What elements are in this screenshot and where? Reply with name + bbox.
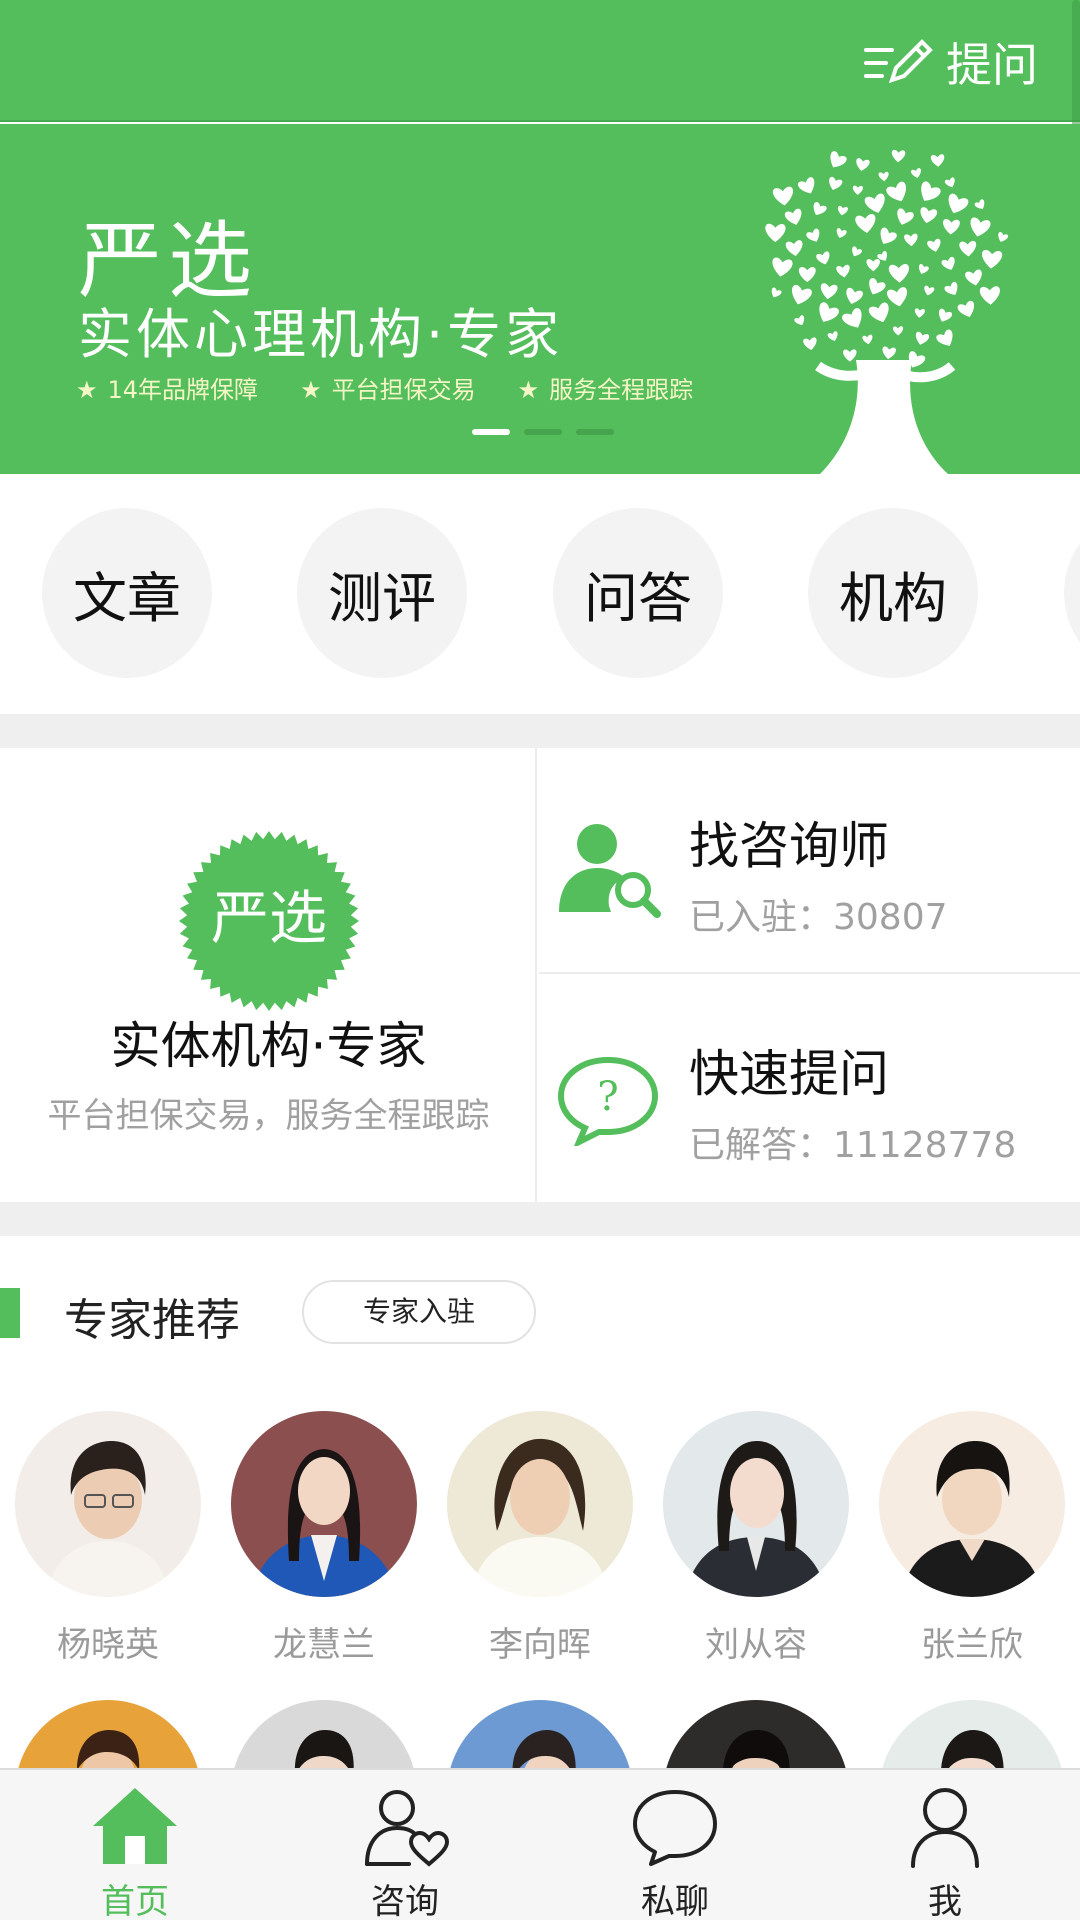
expert-join-button[interactable]: 专家入驻 (302, 1280, 536, 1344)
person-heart-icon (365, 1790, 450, 1867)
tab-label: 私聊 (641, 1882, 709, 1920)
nav-more-partial[interactable] (1064, 508, 1080, 678)
bottom-tab-bar: 首页 咨询 私聊 我 (0, 1768, 1080, 1920)
tab-label: 咨询 (371, 1882, 439, 1920)
banner-feature: 14年品牌保障 (76, 370, 259, 405)
quick-question-title: 快速提问 (689, 1045, 889, 1103)
badge-text: 严选 (211, 884, 327, 952)
feature-right-column: 找咨询师 已入驻：30807 ? 快速提问 已解答：11128778 (539, 748, 1080, 1202)
chat-bubble-icon (633, 1790, 717, 1866)
expert-name: 刘从容 (705, 1625, 807, 1665)
find-counselor-title: 找咨询师 (689, 817, 889, 875)
avatar (447, 1700, 633, 1768)
expert-card[interactable]: 张兰欣 (879, 1411, 1065, 1666)
carousel-dot-active[interactable] (472, 429, 510, 435)
tab-home[interactable]: 首页 (35, 1784, 235, 1920)
experts-section: 专家推荐 专家入驻 杨晓英 龙慧兰 李向晖 刘从容 张兰欣 (0, 1236, 1080, 1768)
find-counselor-card[interactable]: 找咨询师 已入驻：30807 (539, 748, 1080, 974)
banner-subtitle: 实体心理机构·专家 (78, 303, 564, 366)
ask-label: 提问 (946, 38, 1038, 92)
seal-badge-icon: 严选 (179, 831, 359, 1011)
expert-card-partial[interactable] (15, 1700, 201, 1768)
expert-name: 龙慧兰 (273, 1625, 375, 1665)
tab-label: 首页 (101, 1882, 169, 1920)
carousel-dot[interactable] (524, 429, 562, 435)
expert-name: 李向晖 (489, 1625, 591, 1665)
carousel-dots (472, 429, 614, 435)
avatar (231, 1700, 417, 1768)
card-desc: 平台担保交易，服务全程跟踪 (47, 1096, 490, 1136)
nav-assessment[interactable]: 测评 (297, 508, 467, 678)
nav-label: 问答 (584, 566, 692, 630)
ask-question-button[interactable]: 提问 (862, 30, 1038, 94)
user-search-icon (559, 824, 661, 918)
quick-question-card[interactable]: ? 快速提问 已解答：11128778 (539, 976, 1080, 1202)
find-counselor-stat: 已入驻：30807 (689, 897, 948, 938)
question-bubble-icon: ? (557, 1056, 659, 1146)
app-screen: 提问 严选 实体心理机构·专家 14年品牌保障 平台担保交易 服务全程跟踪 文章… (0, 0, 1080, 1920)
avatar (879, 1411, 1065, 1597)
avatar (663, 1411, 849, 1597)
banner-feature: 平台担保交易 (300, 370, 476, 405)
expert-card[interactable]: 杨晓英 (15, 1411, 201, 1666)
nav-label: 文章 (73, 566, 181, 630)
tab-label: 我 (928, 1882, 962, 1920)
avatar (15, 1411, 201, 1597)
nav-qa[interactable]: 问答 (553, 508, 723, 678)
avatar (15, 1700, 201, 1768)
card-title: 实体机构·专家 (110, 1017, 427, 1075)
nav-label: 测评 (328, 566, 436, 630)
tab-chat[interactable]: 私聊 (575, 1784, 775, 1920)
banner-feature: 服务全程跟踪 (518, 370, 693, 405)
expert-card[interactable]: 刘从容 (663, 1411, 849, 1666)
user-icon (911, 1788, 979, 1868)
expert-card-partial[interactable] (231, 1700, 417, 1768)
expert-name: 杨晓英 (57, 1625, 159, 1665)
carousel-dot[interactable] (576, 429, 614, 435)
experts-title: 专家推荐 (64, 1295, 240, 1346)
top-bar: 提问 (0, 0, 1080, 300)
heart-tree-illustration (765, 149, 1009, 474)
section-divider (0, 714, 1080, 748)
expert-card[interactable]: 李向晖 (447, 1411, 633, 1666)
quick-question-stat: 已解答：11128778 (689, 1125, 1017, 1166)
avatar (231, 1411, 417, 1597)
avatar (879, 1700, 1065, 1768)
section-accent-bar (0, 1288, 20, 1338)
feature-section: 严选 实体机构·专家 平台担保交易，服务全程跟踪 找咨询师 已入驻：30807 … (0, 748, 1080, 1202)
quick-nav: 文章 测评 问答 机构 (0, 474, 1080, 714)
expert-card-partial[interactable] (879, 1700, 1065, 1768)
expert-card[interactable]: 龙慧兰 (231, 1411, 417, 1666)
home-icon (93, 1788, 177, 1864)
selected-institutions-card[interactable]: 严选 实体机构·专家 平台担保交易，服务全程跟踪 (0, 748, 537, 1202)
section-divider (0, 1202, 1080, 1236)
avatar (663, 1700, 849, 1768)
expert-card-partial[interactable] (663, 1700, 849, 1768)
nav-label: 机构 (839, 566, 947, 630)
nav-institutions[interactable]: 机构 (808, 508, 978, 678)
tab-consult[interactable]: 咨询 (305, 1784, 505, 1920)
avatar (447, 1411, 633, 1597)
banner-features: 14年品牌保障 平台担保交易 服务全程跟踪 (76, 370, 694, 405)
nav-articles[interactable]: 文章 (42, 508, 212, 678)
svg-text:?: ? (597, 1074, 618, 1120)
pencil-lines-icon (864, 39, 933, 84)
expert-name: 张兰欣 (921, 1625, 1023, 1665)
expert-card-partial[interactable] (447, 1700, 633, 1768)
tab-me[interactable]: 我 (845, 1784, 1045, 1920)
promo-banner[interactable]: 严选 实体心理机构·专家 14年品牌保障 平台担保交易 服务全程跟踪 (0, 124, 1080, 474)
